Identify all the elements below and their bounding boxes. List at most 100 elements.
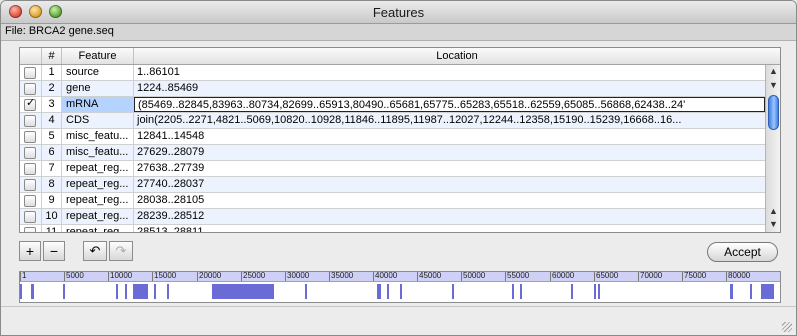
- feature-segment[interactable]: [512, 284, 514, 299]
- window-title: Features: [372, 5, 425, 20]
- feature-segment[interactable]: [305, 284, 307, 299]
- sequence-feature-map[interactable]: 1 5000 10000 15000 20000 25000 30000 35000 40000…: [19, 271, 781, 303]
- row-checkbox[interactable]: [24, 115, 36, 127]
- scroll-up-bottom-icon[interactable]: ▲: [766, 205, 780, 218]
- table-row[interactable]: 5 misc_featu... 12841..14548: [20, 129, 765, 145]
- row-location[interactable]: 28513..28811: [134, 225, 765, 232]
- table-row[interactable]: 9 repeat_reg... 28038..28105: [20, 193, 765, 209]
- row-location[interactable]: join(2205..2271,4821..5069,10820..10928,…: [134, 113, 765, 128]
- row-feature[interactable]: repeat_reg...: [62, 225, 134, 232]
- column-header-check[interactable]: [20, 48, 42, 64]
- row-checkbox[interactable]: [24, 195, 36, 207]
- row-feature[interactable]: repeat_reg...: [62, 209, 134, 224]
- ruler-tick-label: 1: [22, 271, 27, 280]
- feature-segment[interactable]: [265, 284, 274, 299]
- table-body: 1 source 1..86101 2 gene 1224..85469 ✓ 3 mRNA '24…: [20, 65, 765, 232]
- file-info-bar: File: BRCA2 gene.seq: [1, 24, 796, 41]
- column-header-feature[interactable]: Feature: [62, 48, 134, 64]
- feature-segment[interactable]: [125, 284, 127, 299]
- feature-segment[interactable]: [20, 284, 22, 299]
- add-feature-button[interactable]: +: [19, 241, 41, 261]
- row-checkbox[interactable]: [24, 179, 36, 191]
- feature-segment[interactable]: [400, 284, 402, 299]
- row-feature[interactable]: misc_featu...: [62, 129, 134, 144]
- table-row[interactable]: 10 repeat_reg... 28239..28512: [20, 209, 765, 225]
- redo-button[interactable]: ↷: [109, 241, 133, 261]
- feature-segment[interactable]: [167, 284, 169, 299]
- row-checkbox[interactable]: [24, 147, 36, 159]
- row-feature[interactable]: repeat_reg...: [62, 161, 134, 176]
- row-checkbox[interactable]: [24, 163, 36, 175]
- resize-grip-icon[interactable]: [782, 322, 792, 332]
- feature-segment[interactable]: [452, 284, 454, 299]
- row-checkbox[interactable]: [24, 67, 36, 79]
- row-location[interactable]: 1224..85469: [134, 81, 765, 96]
- undo-button[interactable]: ↶: [83, 241, 107, 261]
- ruler-tick: [726, 272, 727, 281]
- remove-feature-button[interactable]: −: [43, 241, 65, 261]
- row-checkbox[interactable]: ✓: [24, 97, 36, 111]
- feature-segment[interactable]: [598, 284, 600, 299]
- row-location[interactable]: 1..86101: [134, 65, 765, 80]
- feature-segment[interactable]: [730, 284, 733, 299]
- file-label: File: BRCA2 gene.seq: [5, 25, 114, 37]
- feature-segment[interactable]: [750, 284, 752, 299]
- ruler-tick-label: 25000: [243, 271, 266, 280]
- feature-segment[interactable]: [520, 284, 522, 299]
- feature-segment[interactable]: [116, 284, 118, 299]
- table-row[interactable]: 8 repeat_reg... 27740..28037: [20, 177, 765, 193]
- feature-segment[interactable]: [154, 284, 156, 299]
- row-checkbox[interactable]: [24, 227, 36, 232]
- vertical-scrollbar[interactable]: ▲ ▼ ▲ ▼: [765, 65, 780, 232]
- row-location[interactable]: 28038..28105: [134, 193, 765, 208]
- table-row[interactable]: 11 repeat_reg... 28513..28811: [20, 225, 765, 232]
- feature-segment[interactable]: [377, 284, 381, 299]
- row-checkbox[interactable]: [24, 83, 36, 95]
- row-location[interactable]: 27629..28079: [134, 145, 765, 160]
- row-feature[interactable]: source: [62, 65, 134, 80]
- feature-segment[interactable]: [133, 284, 148, 299]
- row-feature[interactable]: mRNA: [62, 97, 134, 112]
- ruler-tick: [20, 272, 21, 281]
- row-checkbox[interactable]: [24, 211, 36, 223]
- table-row[interactable]: ✓ 3 mRNA '24..56868,62438..62559,65085..652…: [20, 97, 765, 113]
- feature-segment[interactable]: [387, 284, 389, 299]
- feature-segment[interactable]: [761, 284, 774, 299]
- row-feature[interactable]: repeat_reg...: [62, 177, 134, 192]
- row-feature[interactable]: gene: [62, 81, 134, 96]
- ruler-tick: [461, 272, 462, 281]
- scroll-down-icon[interactable]: ▼: [766, 79, 780, 92]
- ruler-tick-label: 30000: [287, 271, 310, 280]
- scroll-down-bottom-icon[interactable]: ▼: [766, 218, 780, 231]
- row-location[interactable]: 27740..28037: [134, 177, 765, 192]
- feature-track[interactable]: [20, 284, 780, 299]
- table-row[interactable]: 7 repeat_reg... 27638..27739: [20, 161, 765, 177]
- feature-segment[interactable]: [31, 284, 34, 299]
- title-bar[interactable]: Features: [1, 1, 796, 24]
- feature-segment[interactable]: [571, 284, 573, 299]
- row-checkbox-cell: [20, 113, 42, 128]
- row-checkbox-cell: [20, 225, 42, 232]
- column-header-number[interactable]: #: [42, 48, 62, 64]
- ruler-tick: [285, 272, 286, 281]
- row-feature[interactable]: misc_featu...: [62, 145, 134, 160]
- row-feature[interactable]: CDS: [62, 113, 134, 128]
- accept-button[interactable]: Accept: [707, 242, 778, 262]
- row-checkbox-cell: [20, 145, 42, 160]
- row-location[interactable]: 28239..28512: [134, 209, 765, 224]
- row-feature[interactable]: repeat_reg...: [62, 193, 134, 208]
- column-header-location[interactable]: Location: [134, 48, 780, 64]
- table-row[interactable]: 4 CDS join(2205..2271,4821..5069,10820..10…: [20, 113, 765, 129]
- row-location[interactable]: '24..56868,62438..62559,65085..65283,655…: [134, 97, 765, 112]
- feature-segment[interactable]: [212, 284, 265, 299]
- scroll-up-icon[interactable]: ▲: [766, 65, 780, 78]
- row-location[interactable]: 27638..27739: [134, 161, 765, 176]
- table-row[interactable]: 6 misc_featu... 27629..28079: [20, 145, 765, 161]
- feature-segment[interactable]: [594, 284, 596, 299]
- table-row[interactable]: 2 gene 1224..85469: [20, 81, 765, 97]
- row-checkbox[interactable]: [24, 131, 36, 143]
- scroll-thumb[interactable]: [768, 95, 779, 130]
- feature-segment[interactable]: [63, 284, 65, 299]
- row-location[interactable]: 12841..14548: [134, 129, 765, 144]
- table-row[interactable]: 1 source 1..86101: [20, 65, 765, 81]
